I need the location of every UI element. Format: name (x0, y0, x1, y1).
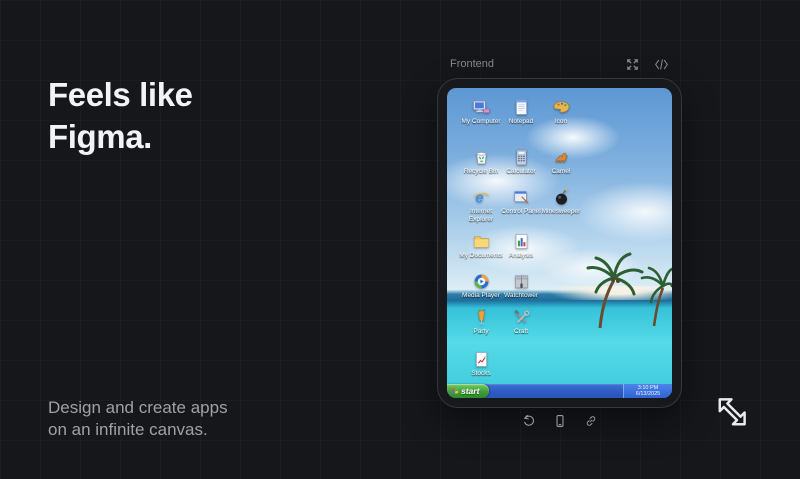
hero-title: Feels like Figma. (48, 74, 193, 158)
undo-icon[interactable] (521, 413, 537, 429)
calculator-icon (512, 147, 531, 167)
desktop-icon-icon[interactable]: Icon (538, 97, 584, 126)
link-icon[interactable] (583, 413, 599, 429)
hero-title-line2: Figma. (48, 116, 193, 158)
xp-taskbar: start 3:10 PM 6/13/2025 (447, 384, 672, 398)
desktop-icon-label: Calculator (506, 168, 535, 176)
desktop-icon-analysis[interactable]: Analysis (498, 231, 544, 260)
media-player-icon (472, 271, 491, 291)
desktop-icon-label: Analysis (509, 252, 533, 260)
hero-subtitle-line2: on an infinite canvas. (48, 419, 228, 441)
desktop-icon-label: Control Panel (501, 208, 540, 216)
expand-icon[interactable] (624, 56, 640, 72)
tray-date: 6/13/2025 (636, 391, 660, 398)
canvas-stage: Feels like Figma. Design and create apps… (0, 0, 800, 479)
desktop-icon-label: Watchtower (504, 292, 538, 300)
desktop-icon-label: Media Player (462, 292, 500, 300)
desktop-icon-label: Stocks (471, 370, 491, 378)
device-icon[interactable] (552, 413, 568, 429)
minesweeper-icon (552, 187, 571, 207)
notepad-icon (512, 97, 531, 117)
start-button-label: start (461, 386, 479, 396)
resize-diagonal-icon[interactable] (711, 395, 749, 433)
desktop-icon-label: Party (473, 328, 488, 336)
windows-flag-icon (451, 387, 459, 395)
camel-icon (552, 147, 571, 167)
palette-icon (552, 97, 571, 117)
desktop-icon-label: My Documents (459, 252, 502, 260)
tools-icon (512, 307, 531, 327)
control-panel-icon (512, 187, 531, 207)
desktop-icon-grid: My Computer Notepad Icon Recycle Bin Calcula… (447, 88, 672, 398)
desktop-icon-label: Notepad (509, 118, 534, 126)
desktop-icon-label: Craft (514, 328, 528, 336)
stocks-icon (472, 349, 491, 369)
desktop-icon-watchtower[interactable]: Watchtower (498, 271, 544, 300)
phone-screen: My Computer Notepad Icon Recycle Bin Calcula… (447, 88, 672, 398)
start-button[interactable]: start (447, 384, 489, 398)
desktop-icon-minesweeper[interactable]: Minesweeper (538, 187, 584, 216)
recycle-bin-icon (472, 147, 491, 167)
artboard-label[interactable]: Frontend (450, 58, 494, 70)
internet-explorer-icon: e (472, 187, 491, 207)
desktop-icon-camel[interactable]: Camel (538, 147, 584, 176)
bar-chart-icon (512, 231, 531, 251)
desktop-icon-craft[interactable]: Craft (498, 307, 544, 336)
drink-icon (472, 307, 491, 327)
canvas-toolbar (437, 413, 682, 429)
desktop-icon-label: Recycle Bin (464, 168, 498, 176)
hero-title-line1: Feels like (48, 74, 193, 116)
desktop-icon-label: Icon (555, 118, 567, 126)
system-tray-clock[interactable]: 3:10 PM 6/13/2025 (623, 384, 672, 398)
artboard-actions (624, 56, 669, 72)
artboard-header: Frontend (437, 54, 682, 74)
hero-subtitle: Design and create apps on an infinite ca… (48, 397, 228, 441)
code-icon[interactable] (653, 56, 669, 72)
desktop-icon-label: Minesweeper (542, 208, 581, 216)
phone-frame[interactable]: My Computer Notepad Icon Recycle Bin Calcula… (437, 78, 682, 408)
desktop-icon-stocks[interactable]: Stocks (458, 349, 504, 378)
hero-subtitle-line1: Design and create apps (48, 397, 228, 419)
desktop-icon-label: Camel (552, 168, 571, 176)
castle-icon (512, 271, 531, 291)
desktop-icon-label: My Computer (461, 118, 500, 126)
my-computer-icon (472, 97, 491, 117)
folder-icon (472, 231, 491, 251)
